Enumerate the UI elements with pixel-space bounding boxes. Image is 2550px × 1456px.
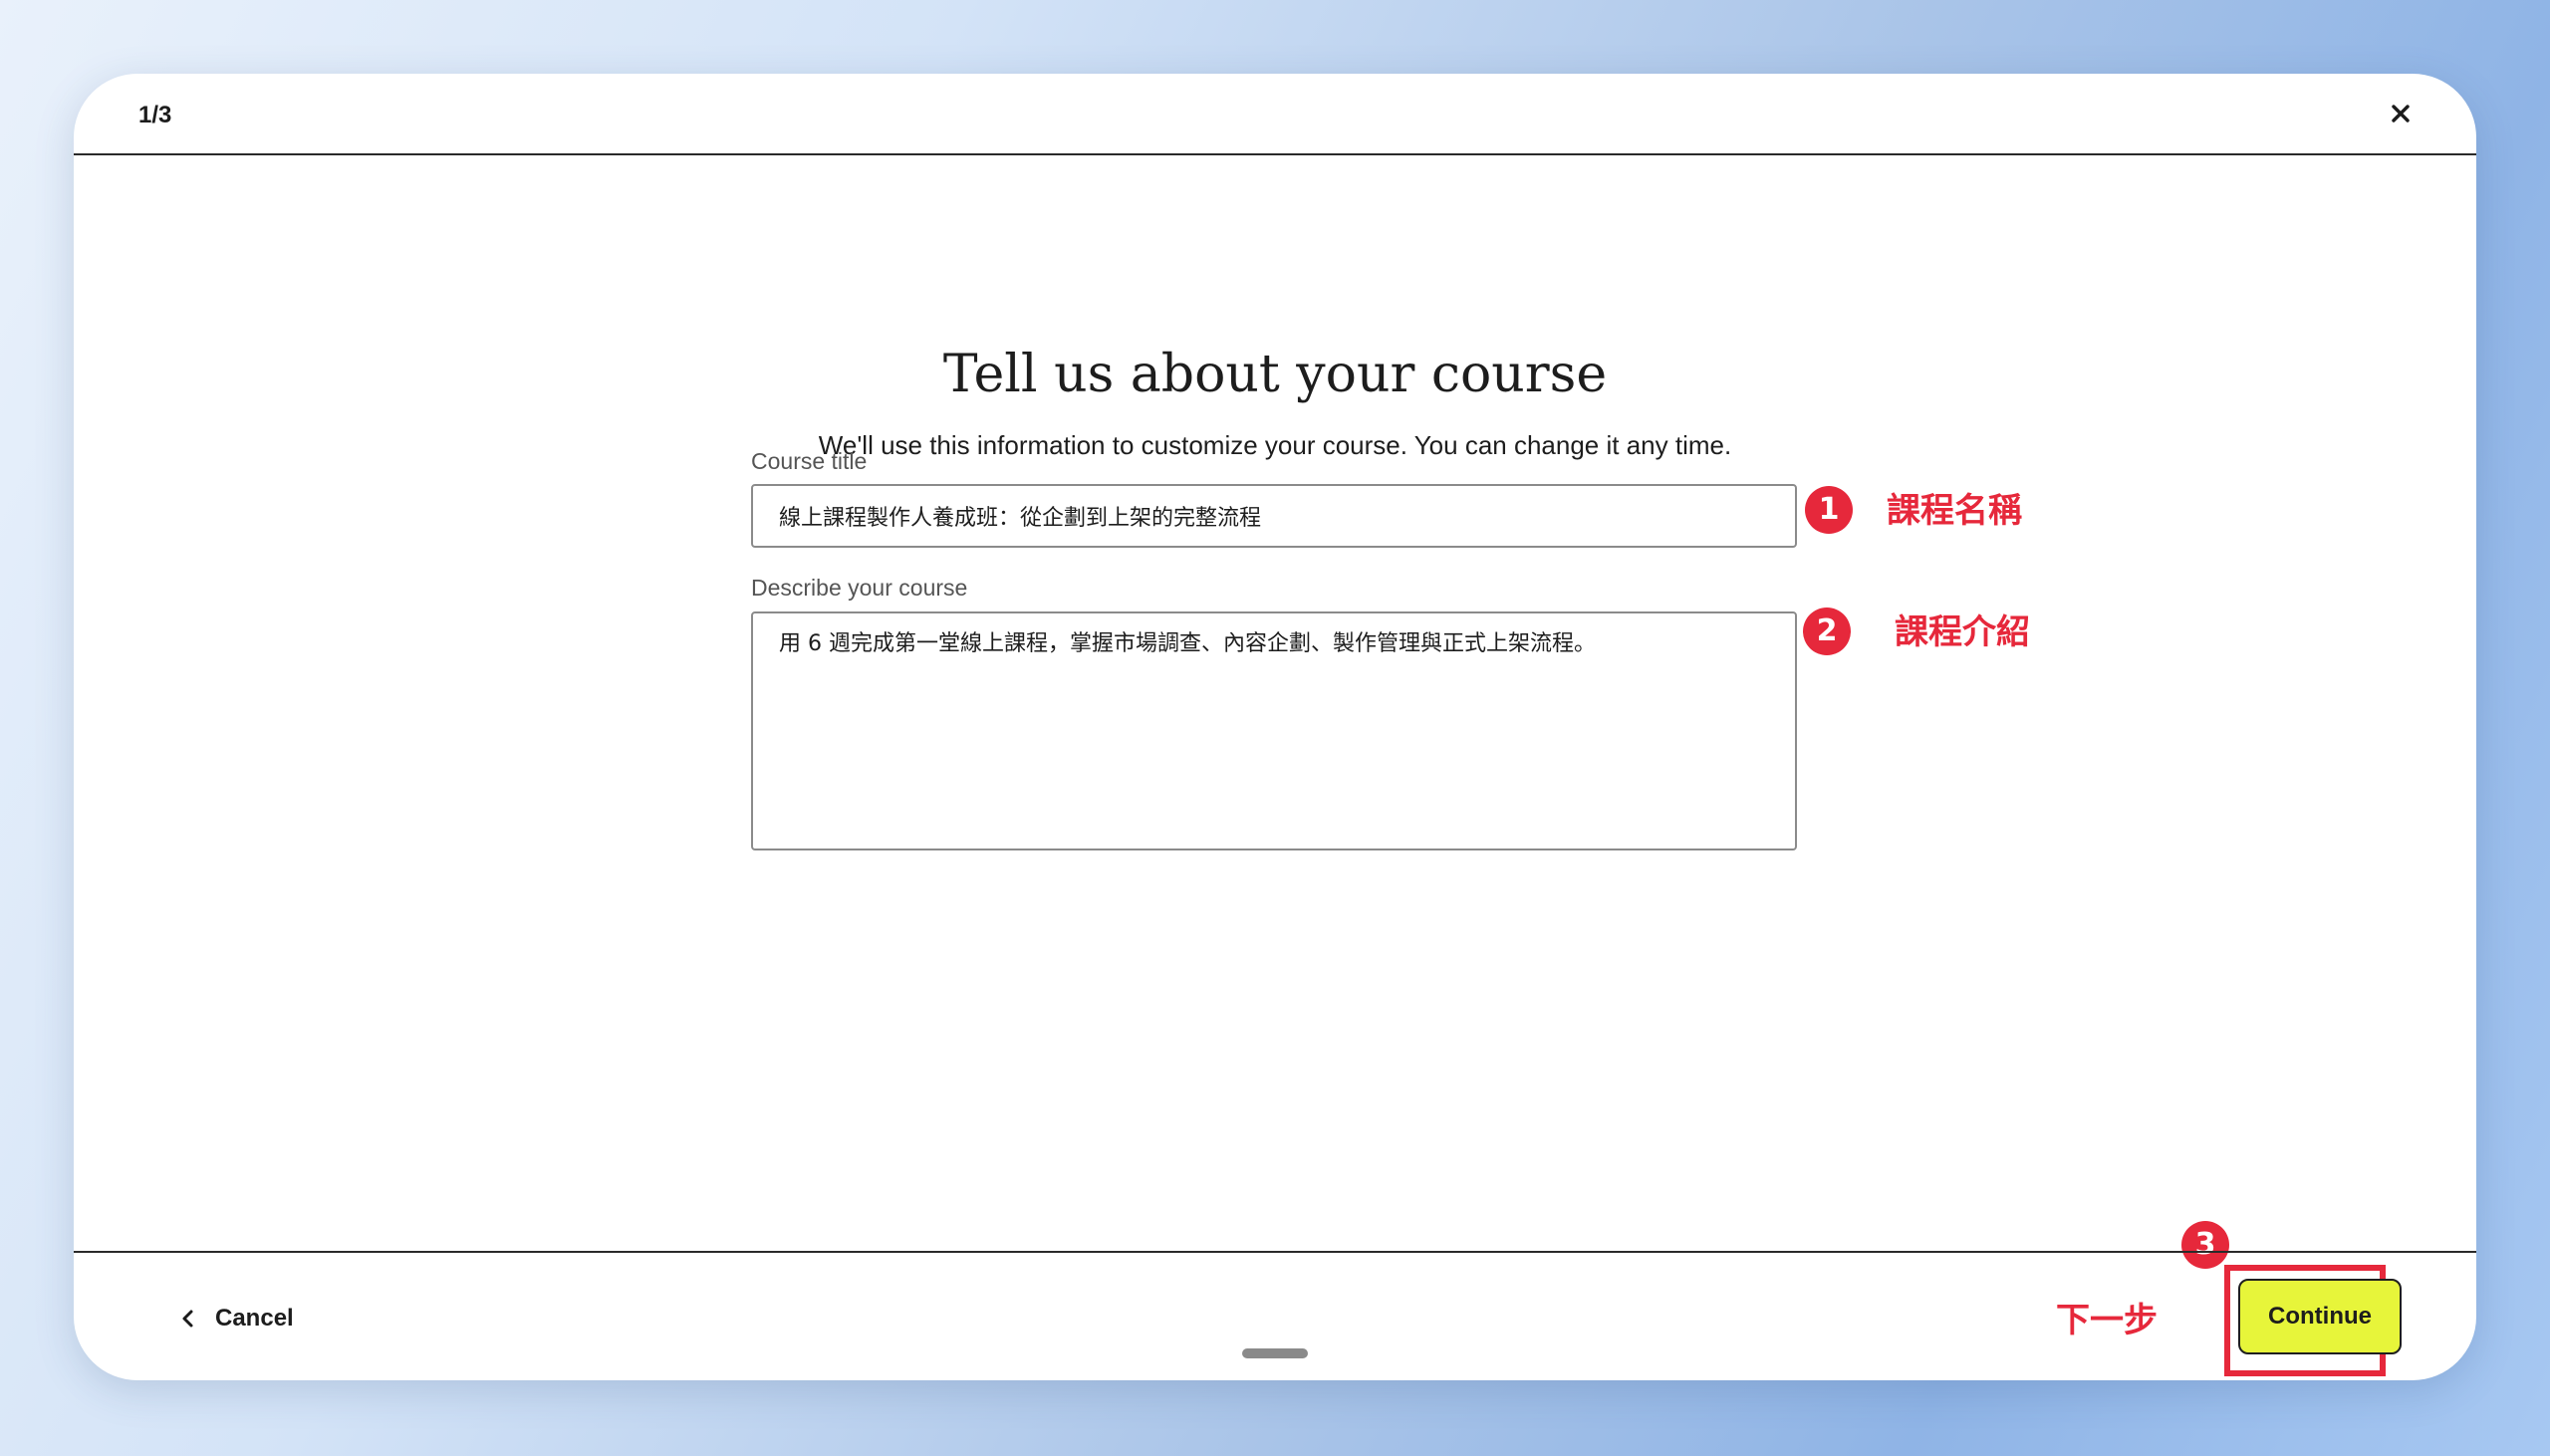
step-indicator: 1/3	[138, 102, 172, 128]
cancel-label: Cancel	[215, 1305, 294, 1332]
course-title-label: Course title	[751, 448, 868, 474]
close-icon	[2392, 105, 2410, 122]
course-title-input[interactable]	[751, 484, 1797, 548]
annotation-label-course-description: 課程介紹	[1895, 612, 2030, 652]
chevron-left-icon	[182, 1310, 193, 1328]
course-description-label: Describe your course	[751, 575, 968, 601]
page-title: Tell us about your course	[942, 345, 1608, 404]
course-description-textarea[interactable]: 用 6 週完成第一堂線上課程，掌握市場調查、內容企劃、製作管理與正式上架流程。	[751, 611, 1797, 850]
close-button[interactable]	[2379, 92, 2422, 135]
page-subtitle: We'll use this information to customize …	[818, 430, 1732, 460]
annotation-badge-1: 1	[1805, 486, 1853, 534]
cancel-button[interactable]: Cancel	[177, 1299, 294, 1338]
course-setup-dialog: 1/3 Tell us about your course We'll use …	[74, 74, 2476, 1380]
drag-handle[interactable]	[1242, 1348, 1308, 1358]
annotation-label-course-title: 課程名稱	[1887, 491, 2022, 531]
continue-button[interactable]: Continue	[2238, 1279, 2402, 1354]
annotation-label-next-step: 下一步	[2056, 1301, 2158, 1340]
dialog-footer: Cancel 下一步 Continue	[74, 1251, 2476, 1380]
dialog-header: 1/3	[74, 74, 2476, 155]
annotation-badge-2: 2	[1803, 607, 1851, 655]
